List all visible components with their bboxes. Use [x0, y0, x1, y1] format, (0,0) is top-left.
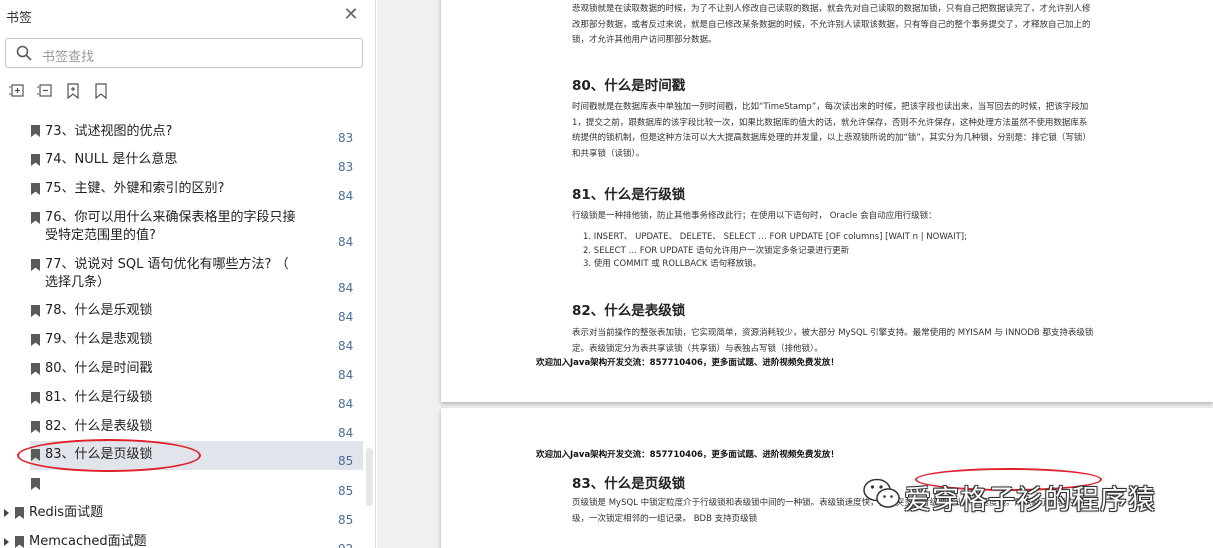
sidebar-scrollbar[interactable] [366, 448, 373, 506]
expand-arrow-icon[interactable] [4, 509, 9, 517]
list-item: 1. INSERT、 UPDATE、 DELETE、 SELECT … FOR … [583, 232, 967, 242]
bookmark-item[interactable]: 81、什么是行级锁 84 [0, 384, 366, 413]
paragraph-pessimistic-lock: 悲观锁就是在读取数据的时候，为了不让别人修改自己读取的数据，就会先对自己读取的数… [572, 2, 1091, 49]
bookmark-label-line1: 76、你可以用什么来确保表格里的字段只接 [45, 210, 296, 225]
bookmark-page: 84 [338, 397, 354, 411]
bookmark-flag-icon [31, 363, 40, 375]
bookmark-page: 84 [338, 235, 354, 249]
bookmark-sidebar: 书签 ✕ 书签查找 73、试述视图的优点? 83 74、NULL 是什么意思 8… [0, 0, 376, 548]
bookmark-flag-icon [31, 183, 40, 195]
bookmark-flag-icon [31, 449, 40, 461]
bookmark-section-redis[interactable]: Redis面试题 85 [0, 499, 366, 528]
paragraph-82: 表示对当前操作的整张表加锁，它实现简单，资源消耗较少，被大部分 MySQL 引擎… [572, 326, 1093, 357]
bookmark-item[interactable]: 82、什么是表级锁 84 [0, 413, 366, 441]
add-bookmark-icon[interactable] [64, 82, 82, 100]
bookmark-page: 83 [338, 160, 354, 174]
bookmark-label: Memcached面试题 [29, 534, 147, 548]
bookmark-label: 73、试述视图的优点? [45, 124, 173, 139]
bookmark-page: 85 [338, 454, 354, 468]
bookmark-item[interactable]: 80、什么是时间戳 84 [0, 355, 366, 384]
bookmark-section-memcached[interactable]: Memcached面试题 92 [0, 528, 366, 548]
text-line: 锁，才允许其他用户访问那部分数据。 [572, 35, 717, 45]
bookmark-page: 84 [338, 426, 354, 440]
bookmark-page: 84 [338, 368, 354, 382]
bookmark-page: 84 [338, 310, 354, 324]
bookmark-label: 74、NULL 是什么意思 [45, 152, 178, 167]
bookmark-label: 79、什么是悲观锁 [45, 332, 153, 347]
bookmark-page: 84 [338, 189, 354, 203]
bookmark-label: 75、主键、外键和索引的区别? [45, 181, 225, 196]
paragraph-80: 时间戳就是在数据库表中单独加一列时间戳，比如“TimeStamp”，每次读出来的… [572, 100, 1091, 162]
bookmark-flag-icon [31, 421, 40, 433]
bookmark-item-selected[interactable]: 83、什么是页级锁 85 [30, 441, 363, 470]
search-icon [16, 45, 32, 61]
bookmark-item[interactable]: 73、试述视图的优点? 83 [0, 118, 366, 146]
ad-line: 欢迎加入Java架构开发交流：857710406，更多面试题、进阶视频免费发放！ [536, 358, 839, 368]
heading-83: 83、什么是页级锁 [572, 476, 686, 492]
list-item: 2. SELECT … FOR UPDATE 语句允许用户一次锁定多条记录进行更… [583, 245, 850, 256]
bookmark-page: 84 [338, 281, 354, 295]
bookmark-label-line1: 77、说说对 SQL 语句优化有哪些方法? （ [45, 257, 289, 272]
bookmark-item[interactable]: 75、主键、外键和索引的区别? 84 [0, 175, 366, 204]
bookmark-item[interactable]: 76、你可以用什么来确保表格里的字段只接 受特定范围里的值? 84 [0, 204, 366, 251]
text-line: 时间戳就是在数据库表中单独加一列时间戳，比如“TimeStamp”，每次读出来的… [572, 102, 1089, 112]
bookmark-label: 78、什么是乐观锁 [45, 303, 153, 318]
bookmark-flag-icon [31, 125, 40, 137]
bookmark-flag-icon [31, 478, 40, 490]
bookmark-item[interactable]: 78、什么是乐观锁 84 [0, 297, 366, 326]
expand-arrow-icon[interactable] [4, 538, 9, 546]
bookmark-page: 85 [338, 484, 354, 498]
bookmark-flag-icon [31, 334, 40, 346]
bookmark-flag-icon [31, 259, 40, 271]
bookmark-page: 83 [338, 131, 354, 145]
bookmark-flag-icon [31, 305, 40, 317]
text-line: 定。表级锁定分为表共享读锁（共享锁）与表独占写锁（排他锁）。 [572, 343, 823, 354]
bookmark-page: 85 [338, 513, 354, 527]
wechat-icon [863, 478, 900, 508]
heading-80: 80、什么是时间戳 [572, 78, 686, 94]
bookmark-flag-icon [31, 212, 40, 224]
bookmark-page: 84 [338, 339, 354, 353]
close-icon[interactable]: ✕ [340, 4, 362, 26]
heading-82: 82、什么是表级锁 [572, 303, 686, 319]
bookmark-page: 92 [338, 542, 353, 548]
text-line: 和共享锁（读锁）。 [572, 148, 645, 159]
text-line: 统提供的锁机制，但是这种方法可以大大提高数据库处理的并发量，以上悲观锁所说的加“… [572, 133, 1091, 143]
heading-81: 81、什么是行级锁 [572, 187, 686, 203]
bookmark-label: 83、什么是页级锁 [45, 447, 153, 462]
watermark-text: 爱穿格子衫的程序猿 [904, 485, 1156, 516]
text-line: 1，提交之前，跟数据库的该字段比较一次，如果比数据库的值大的话，就允许保存，否则… [572, 117, 1088, 128]
bookmark-search-input[interactable]: 书签查找 [5, 38, 363, 68]
bookmark-label: 81、什么是行级锁 [45, 390, 153, 405]
bookmark-item[interactable]: 74、NULL 是什么意思 83 [0, 146, 366, 175]
bookmark-flag-icon [31, 154, 40, 166]
ad-line: 欢迎加入Java架构开发交流：857710406，更多面试题、进阶视频免费发放！ [536, 450, 839, 460]
bookmark-label: 82、什么是表级锁 [45, 419, 153, 434]
document-page: 悲观锁就是在读取数据的时候，为了不让别人修改自己读取的数据，就会先对自己读取的数… [441, 0, 1213, 402]
text-line: 悲观锁就是在读取数据的时候，为了不让别人修改自己读取的数据，就会先对自己读取的数… [572, 4, 1091, 14]
paragraph-81: 行级锁是一种排他锁，防止其他事务修改此行；在使用以下语句时， Oracle 会自… [572, 211, 937, 221]
bookmark-flag-icon [15, 507, 24, 519]
bookmark-item[interactable]: 85 [0, 470, 366, 499]
text-line: 表示对当前操作的整张表加锁，它实现简单，资源消耗较少，被大部分 MySQL 引擎… [572, 328, 1094, 338]
list-81: 1. INSERT、 UPDATE、 DELETE、 SELECT … FOR … [583, 231, 967, 272]
bookmark-label: 80、什么是时间戳 [45, 361, 153, 376]
bookmark-label-line2: 受特定范围里的值? [45, 228, 156, 243]
list-item: 3. 使用 COMMIT 或 ROLLBACK 语句释放锁。 [583, 259, 762, 269]
sidebar-title: 书签 [6, 11, 33, 26]
search-placeholder: 书签查找 [42, 50, 95, 65]
bookmark-label: Redis面试题 [29, 505, 104, 520]
bookmark-item[interactable]: 79、什么是悲观锁 84 [0, 326, 366, 355]
bookmark-icon[interactable] [92, 82, 110, 100]
collapse-all-icon[interactable] [36, 82, 54, 100]
expand-all-icon[interactable] [8, 82, 26, 100]
bookmark-item[interactable]: 77、说说对 SQL 语句优化有哪些方法? （ 选择几条） 84 [0, 251, 366, 297]
bookmark-flag-icon [15, 536, 24, 548]
bookmark-label-line2: 选择几条） [45, 275, 111, 290]
bookmark-flag-icon [31, 392, 40, 404]
document-viewer[interactable]: 悲观锁就是在读取数据的时候，为了不让别人修改自己读取的数据，就会先对自己读取的数… [377, 0, 1213, 548]
text-line: 改那部分数据，或者反过来说，就是自己修改某条数据的时候，不允许别人读取该数据，只… [572, 19, 1091, 30]
